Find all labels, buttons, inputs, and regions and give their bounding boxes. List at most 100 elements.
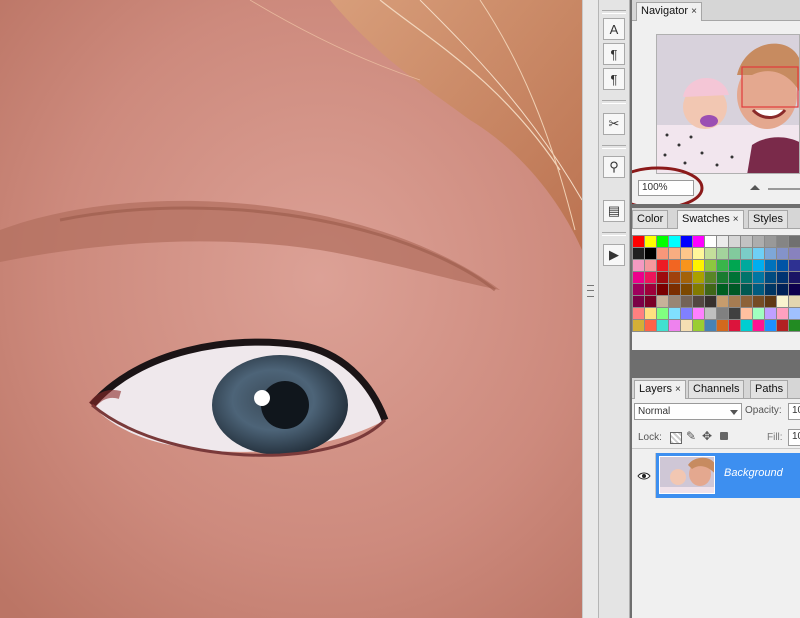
swatch[interactable]: [789, 272, 800, 283]
swatch[interactable]: [669, 320, 680, 331]
tab-swatches[interactable]: Swatches ×: [677, 210, 744, 229]
swatch[interactable]: [753, 260, 764, 271]
swatch[interactable]: [669, 236, 680, 247]
swatch[interactable]: [789, 308, 800, 319]
swatch[interactable]: [777, 272, 788, 283]
swatch[interactable]: [765, 236, 776, 247]
swatch[interactable]: [717, 308, 728, 319]
swatch[interactable]: [789, 284, 800, 295]
swatch[interactable]: [717, 260, 728, 271]
swatch[interactable]: [681, 260, 692, 271]
swatch[interactable]: [633, 236, 644, 247]
swatch[interactable]: [657, 296, 668, 307]
swatch[interactable]: [645, 272, 656, 283]
swatch[interactable]: [717, 320, 728, 331]
swatch[interactable]: [741, 236, 752, 247]
swatch[interactable]: [729, 272, 740, 283]
swatch[interactable]: [681, 272, 692, 283]
swatch[interactable]: [693, 236, 704, 247]
opacity-field[interactable]: 10: [788, 403, 800, 420]
swatch[interactable]: [633, 248, 644, 259]
swatch[interactable]: [657, 320, 668, 331]
tab-color[interactable]: Color: [632, 210, 669, 228]
swatch[interactable]: [765, 272, 776, 283]
swatch[interactable]: [681, 320, 692, 331]
swatch[interactable]: [777, 296, 788, 307]
swatch[interactable]: [657, 284, 668, 295]
swatch[interactable]: [729, 320, 740, 331]
swatch[interactable]: [633, 260, 644, 271]
tab-channels[interactable]: Channels: [688, 380, 745, 398]
swatch[interactable]: [693, 248, 704, 259]
swatch[interactable]: [729, 260, 740, 271]
swatch[interactable]: [681, 236, 692, 247]
swatch[interactable]: [765, 296, 776, 307]
swatch[interactable]: [645, 260, 656, 271]
character-style-icon[interactable]: ¶: [603, 68, 625, 90]
swatch[interactable]: [657, 308, 668, 319]
swatch[interactable]: [741, 272, 752, 283]
swatch[interactable]: [765, 308, 776, 319]
swatch[interactable]: [717, 284, 728, 295]
clone-source-icon[interactable]: ⚲: [603, 156, 625, 178]
swatch[interactable]: [633, 272, 644, 283]
zoom-out-icon[interactable]: [750, 185, 760, 190]
close-icon[interactable]: ×: [733, 214, 739, 225]
swatch[interactable]: [765, 320, 776, 331]
paragraph-icon[interactable]: ¶: [603, 43, 625, 65]
swatch[interactable]: [777, 308, 788, 319]
tab-layers[interactable]: Layers ×: [634, 380, 686, 399]
swatch[interactable]: [741, 296, 752, 307]
swatch[interactable]: [789, 248, 800, 259]
swatch[interactable]: [789, 296, 800, 307]
swatch[interactable]: [789, 260, 800, 271]
swatch[interactable]: [717, 296, 728, 307]
tab-paths[interactable]: Paths: [750, 380, 789, 398]
swatch[interactable]: [765, 260, 776, 271]
swatch[interactable]: [705, 236, 716, 247]
swatch[interactable]: [705, 320, 716, 331]
tab-styles[interactable]: Styles: [748, 210, 788, 228]
swatch[interactable]: [681, 308, 692, 319]
swatch[interactable]: [681, 296, 692, 307]
layer-selected[interactable]: Background: [656, 453, 800, 498]
swatch[interactable]: [633, 284, 644, 295]
swatch[interactable]: [729, 284, 740, 295]
swatch[interactable]: [657, 272, 668, 283]
swatch[interactable]: [645, 236, 656, 247]
swatch[interactable]: [777, 236, 788, 247]
swatch[interactable]: [789, 320, 800, 331]
swatch[interactable]: [633, 296, 644, 307]
swatch[interactable]: [669, 260, 680, 271]
swatch[interactable]: [657, 260, 668, 271]
swatch[interactable]: [645, 308, 656, 319]
tab-navigator[interactable]: Navigator ×: [636, 2, 702, 21]
swatch[interactable]: [765, 248, 776, 259]
swatch[interactable]: [753, 248, 764, 259]
swatch[interactable]: [657, 236, 668, 247]
swatch[interactable]: [693, 320, 704, 331]
swatch[interactable]: [741, 260, 752, 271]
panel-splitter[interactable]: [582, 0, 599, 618]
swatch[interactable]: [633, 308, 644, 319]
swatch[interactable]: [693, 284, 704, 295]
tools-icon[interactable]: ✂: [603, 113, 625, 135]
swatch[interactable]: [669, 272, 680, 283]
swatch[interactable]: [705, 296, 716, 307]
actions-play-icon[interactable]: ▶: [603, 244, 625, 266]
fill-field[interactable]: 10: [788, 429, 800, 446]
swatch[interactable]: [777, 248, 788, 259]
swatch[interactable]: [729, 296, 740, 307]
swatch[interactable]: [717, 236, 728, 247]
swatch[interactable]: [717, 248, 728, 259]
layer-row[interactable]: Background: [632, 453, 800, 498]
swatch[interactable]: [705, 260, 716, 271]
swatch[interactable]: [645, 296, 656, 307]
swatch[interactable]: [681, 284, 692, 295]
visibility-eye-icon[interactable]: [632, 453, 656, 498]
type-icon[interactable]: A: [603, 18, 625, 40]
layer-comps-icon[interactable]: ▤: [603, 200, 625, 222]
swatch[interactable]: [669, 248, 680, 259]
swatch[interactable]: [777, 320, 788, 331]
swatch[interactable]: [777, 284, 788, 295]
